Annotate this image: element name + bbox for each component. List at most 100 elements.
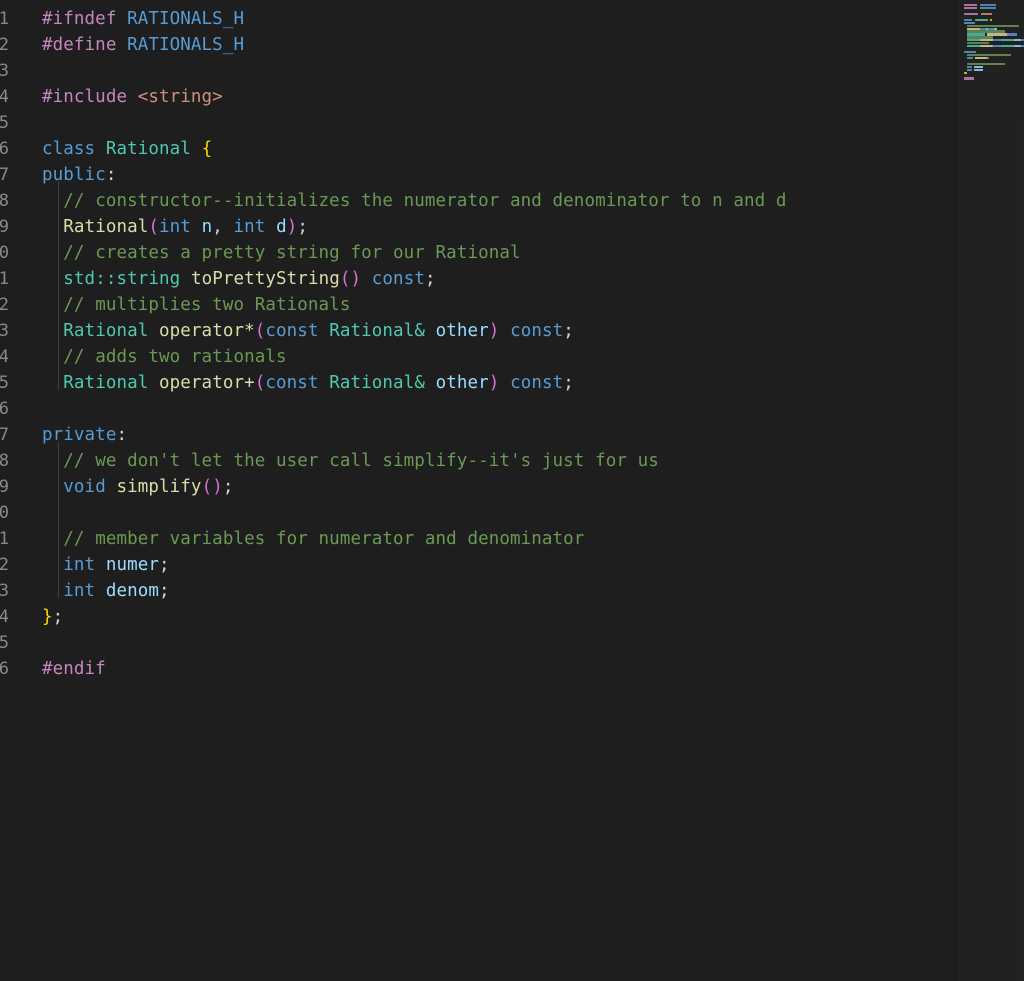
code-line[interactable]: class Rational { [42, 136, 1024, 162]
code-line[interactable]: int numer; [42, 552, 1024, 578]
token-punc: ; [159, 581, 170, 601]
code-line[interactable]: // multiplies two Rationals [42, 292, 1024, 318]
token-paren: ) [489, 321, 500, 341]
line-number: 3 [0, 58, 9, 84]
code-line[interactable]: #include <string> [42, 84, 1024, 110]
code-line[interactable]: Rational(int n, int d); [42, 214, 1024, 240]
indent-space [42, 191, 63, 211]
line-number: 14 [0, 344, 9, 370]
code-line[interactable]: // we don't let the user call simplify--… [42, 448, 1024, 474]
token-var: other [436, 373, 489, 393]
code-line[interactable] [42, 58, 1024, 84]
code-line[interactable] [42, 630, 1024, 656]
token-kw: int [159, 217, 191, 237]
token-type: Rational [63, 373, 148, 393]
token-punc [499, 321, 510, 341]
token-kw: const [265, 321, 318, 341]
line-number: 1 [0, 6, 9, 32]
token-punc [148, 373, 159, 393]
token-fn: * [244, 321, 255, 341]
token-punc [319, 373, 330, 393]
minimap[interactable] [958, 0, 1024, 981]
token-var: numer [106, 555, 159, 575]
line-number: 10 [0, 240, 9, 266]
code-line[interactable] [42, 110, 1024, 136]
token-var: d [276, 217, 287, 237]
code-line[interactable]: Rational operator*(const Rational& other… [42, 318, 1024, 344]
token-kw: const [372, 269, 425, 289]
token-kw: int [234, 217, 266, 237]
token-type: Rational [106, 139, 191, 159]
indent-space [42, 269, 63, 289]
token-punc [425, 373, 436, 393]
code-line[interactable]: // constructor--initializes the numerato… [42, 188, 1024, 214]
token-cmt: // multiplies two Rationals [63, 295, 350, 315]
token-kw: const [265, 373, 318, 393]
token-punc [361, 269, 372, 289]
token-kw: int [63, 581, 95, 601]
token-cmt: // we don't let the user call simplify--… [63, 451, 659, 471]
indent-space [42, 581, 63, 601]
token-fn: Rational [63, 217, 148, 237]
token-paren: () [340, 269, 361, 289]
token-type: Rational [329, 373, 414, 393]
code-line[interactable]: std::string toPrettyString() const; [42, 266, 1024, 292]
code-line[interactable]: // member variables for numerator and de… [42, 526, 1024, 552]
code-line[interactable]: #endif [42, 656, 1024, 682]
line-number: 17 [0, 422, 9, 448]
token-punc [265, 217, 276, 237]
token-fn: + [244, 373, 255, 393]
token-type: & [414, 373, 425, 393]
code-editor[interactable]: 1234567891011121314151617181920212223242… [0, 0, 1024, 981]
code-line[interactable]: int denom; [42, 578, 1024, 604]
code-line[interactable]: #define RATIONALS_H [42, 32, 1024, 58]
token-punc: : [116, 425, 127, 445]
code-line[interactable] [42, 396, 1024, 422]
code-line[interactable] [42, 500, 1024, 526]
token-kw: private [42, 425, 116, 445]
code-line[interactable]: }; [42, 604, 1024, 630]
indent-space [42, 321, 63, 341]
token-cmt: // constructor--initializes the numerato… [63, 191, 786, 211]
indent-space [42, 529, 63, 549]
token-fn: operator [159, 321, 244, 341]
indent-space [42, 243, 63, 263]
code-line[interactable]: // adds two rationals [42, 344, 1024, 370]
code-line[interactable]: void simplify(); [42, 474, 1024, 500]
line-number: 12 [0, 292, 9, 318]
code-line[interactable]: Rational operator+(const Rational& other… [42, 370, 1024, 396]
token-type: & [414, 321, 425, 341]
indent-space [42, 373, 63, 393]
token-paren: ( [255, 321, 266, 341]
line-number: 21 [0, 526, 9, 552]
line-number: 2 [0, 32, 9, 58]
token-kw: int [63, 555, 95, 575]
token-type: Rational [329, 321, 414, 341]
indent-space [42, 451, 63, 471]
line-number: 11 [0, 266, 9, 292]
token-kw: public [42, 165, 106, 185]
code-line[interactable]: private: [42, 422, 1024, 448]
token-type: string [116, 269, 180, 289]
line-number: 8 [0, 188, 9, 214]
token-paren: ( [255, 373, 266, 393]
line-number: 7 [0, 162, 9, 188]
minimap-viewport-slider[interactable] [958, 0, 1024, 981]
line-number: 26 [0, 656, 9, 682]
token-type: std [63, 269, 95, 289]
token-pre: #ifndef [42, 9, 116, 29]
line-number: 4 [0, 84, 9, 110]
line-number: 25 [0, 630, 9, 656]
code-line[interactable]: // creates a pretty string for our Ratio… [42, 240, 1024, 266]
token-punc [191, 217, 202, 237]
token-cmt: // member variables for numerator and de… [63, 529, 584, 549]
line-number: 19 [0, 474, 9, 500]
code-lines[interactable]: #ifndef RATIONALS_H#define RATIONALS_H #… [22, 6, 1024, 682]
token-punc [319, 321, 330, 341]
code-text-area[interactable]: #ifndef RATIONALS_H#define RATIONALS_H #… [22, 0, 1024, 981]
line-number: 6 [0, 136, 9, 162]
token-type: Rational [63, 321, 148, 341]
code-line[interactable]: public: [42, 162, 1024, 188]
token-punc: ; [425, 269, 436, 289]
code-line[interactable]: #ifndef RATIONALS_H [42, 6, 1024, 32]
